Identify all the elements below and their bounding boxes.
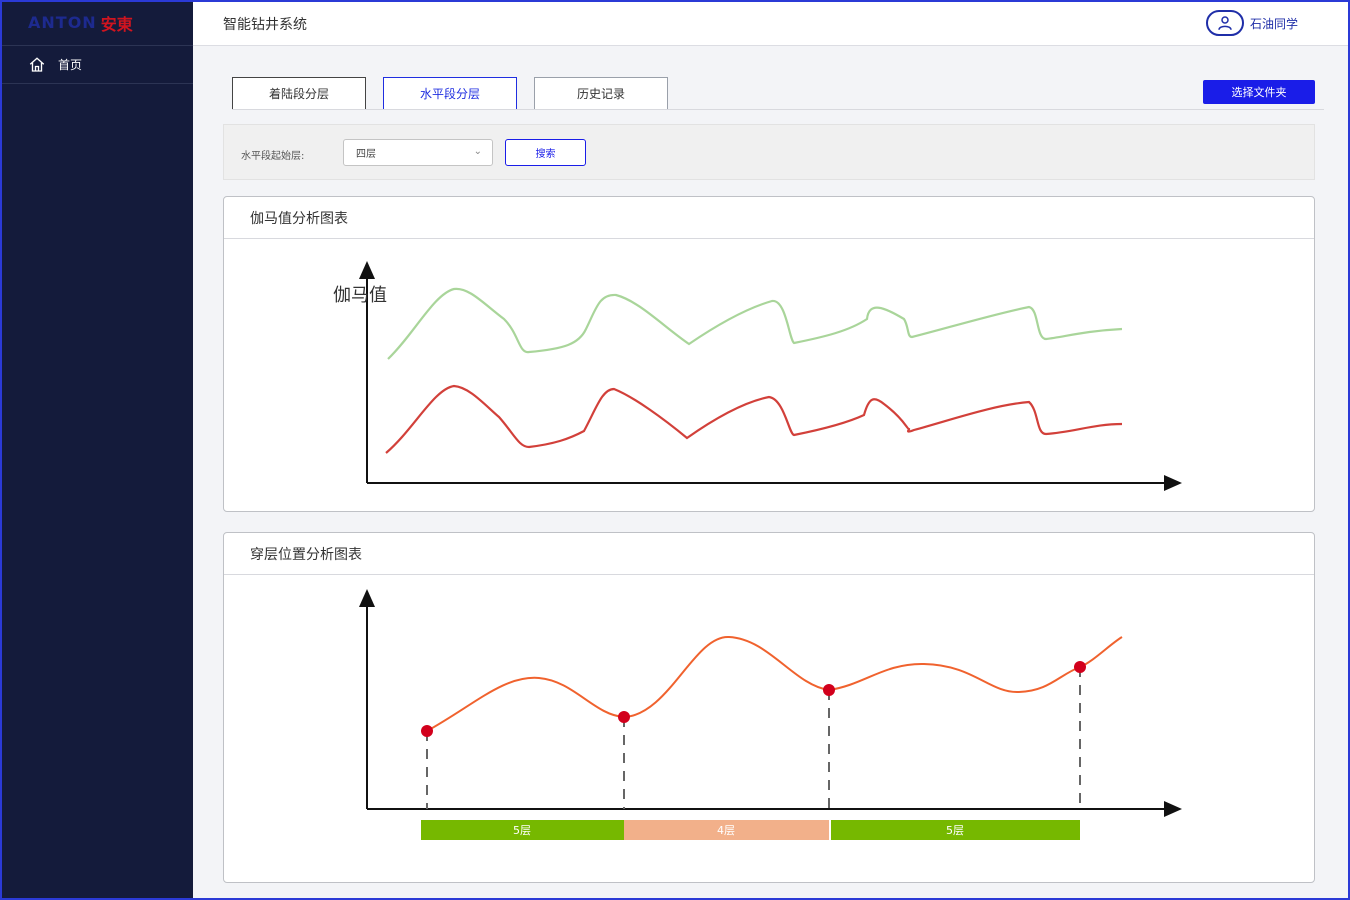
search-button[interactable]: 搜索	[505, 139, 586, 166]
brand-logo: ANTON 安東	[0, 0, 193, 46]
y-axis-label: 伽马值	[333, 285, 387, 306]
user-menu[interactable]: 石油同学	[1205, 10, 1298, 36]
select-folder-button[interactable]: 选择文件夹	[1203, 80, 1315, 104]
crossing-marker	[618, 711, 630, 723]
tab-bar: 着陆段分层 水平段分层 历史记录	[232, 77, 668, 110]
layer-band-label: 5层	[513, 824, 531, 837]
user-icon	[1205, 10, 1244, 36]
gamma-chart: 伽马值	[333, 261, 1182, 491]
tab-landing-layering[interactable]: 着陆段分层	[232, 77, 366, 110]
layer-band-label: 5层	[946, 824, 964, 837]
sidebar: ANTON 安東 首页	[0, 0, 193, 900]
tab-horizontal-layering[interactable]: 水平段分层	[383, 77, 517, 110]
filter-bar: 水平段起始层: 四层 ⌄ 搜索	[223, 124, 1315, 180]
logo-text-cn: 安東	[100, 14, 133, 34]
app-title: 智能钻井系统	[223, 17, 307, 33]
panel-title: 伽马值分析图表	[224, 197, 1314, 239]
sidebar-item-label: 首页	[58, 58, 83, 72]
user-name: 石油同学	[1249, 16, 1298, 31]
sidebar-item-home[interactable]: 首页	[0, 46, 193, 84]
panel-title: 穿层位置分析图表	[224, 533, 1314, 575]
crossing-marker	[823, 684, 835, 696]
layer-band-label: 4层	[717, 824, 735, 837]
gamma-series-green-line	[387, 287, 1123, 360]
crossing-marker	[1074, 661, 1086, 673]
layer-series-line	[426, 635, 1123, 732]
gamma-chart-panel: 伽马值分析图表 伽马值	[223, 196, 1315, 512]
logo-text-en: ANTON	[28, 13, 97, 32]
tab-history[interactable]: 历史记录	[534, 77, 668, 110]
start-layer-select[interactable]: 四层 ⌄	[343, 139, 493, 166]
home-icon	[29, 56, 45, 72]
chevron-down-icon: ⌄	[473, 146, 482, 157]
gamma-series-red-line	[385, 384, 1123, 454]
tab-divider	[232, 109, 1324, 110]
start-layer-label: 水平段起始层:	[241, 151, 305, 162]
layer-chart: 5层 4层 5层	[359, 589, 1182, 840]
select-value: 四层	[356, 149, 376, 160]
layer-chart-panel: 穿层位置分析图表 5层 4层 5层	[223, 532, 1315, 883]
top-header: 智能钻井系统 石油同学	[193, 0, 1350, 46]
crossing-marker	[421, 725, 433, 737]
